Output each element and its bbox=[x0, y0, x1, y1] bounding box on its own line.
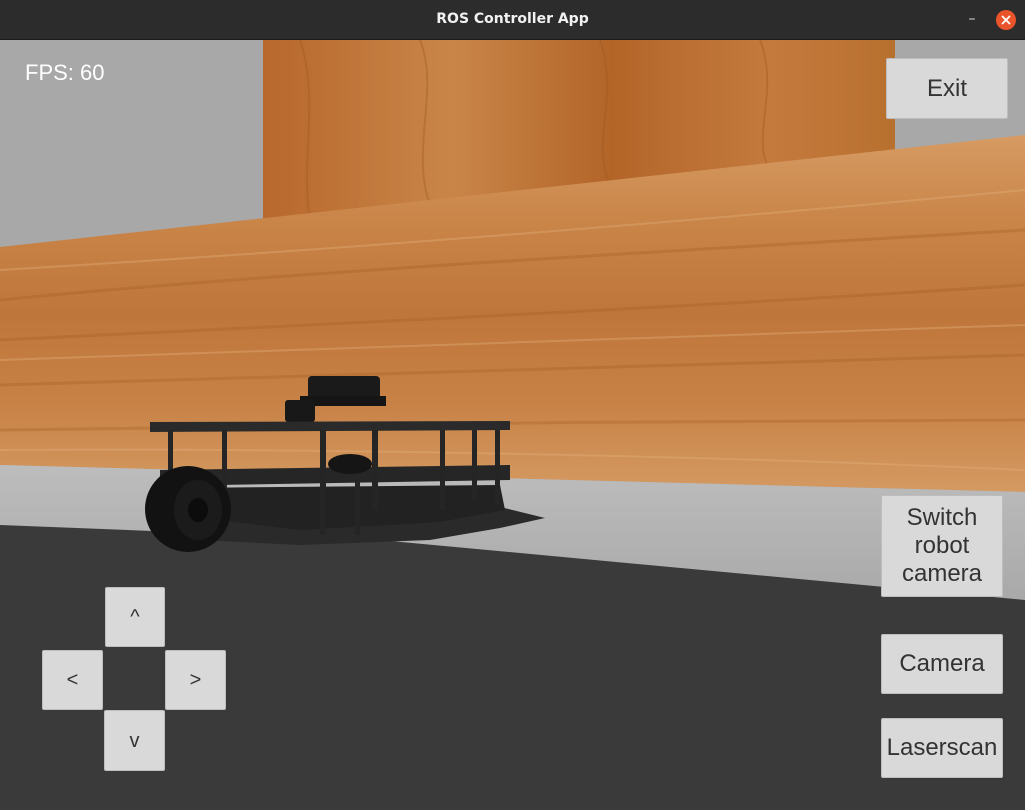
move-backward-button[interactable]: v bbox=[104, 710, 165, 771]
window-title: ROS Controller App bbox=[436, 11, 589, 27]
laserscan-button[interactable]: Laserscan bbox=[881, 718, 1003, 778]
camera-button[interactable]: Camera bbox=[881, 634, 1003, 694]
move-forward-button[interactable]: ^ bbox=[105, 587, 165, 647]
scene-render bbox=[0, 40, 1025, 810]
switch-robot-camera-button[interactable]: Switch robot camera bbox=[881, 495, 1003, 597]
exit-button[interactable]: Exit bbox=[886, 58, 1008, 119]
turn-right-button[interactable]: > bbox=[165, 650, 226, 710]
turn-left-button[interactable]: < bbox=[42, 650, 103, 710]
title-bar: ROS Controller App – bbox=[0, 0, 1025, 40]
minimize-icon[interactable]: – bbox=[966, 12, 978, 26]
fps-counter: FPS: 60 bbox=[25, 60, 105, 85]
simulation-viewport[interactable]: FPS: 60 Exit Switch robot camera Camera … bbox=[0, 40, 1025, 810]
close-icon[interactable] bbox=[996, 10, 1016, 30]
app-window: ROS Controller App – FPS: 60 Exit Switch… bbox=[0, 0, 1025, 810]
